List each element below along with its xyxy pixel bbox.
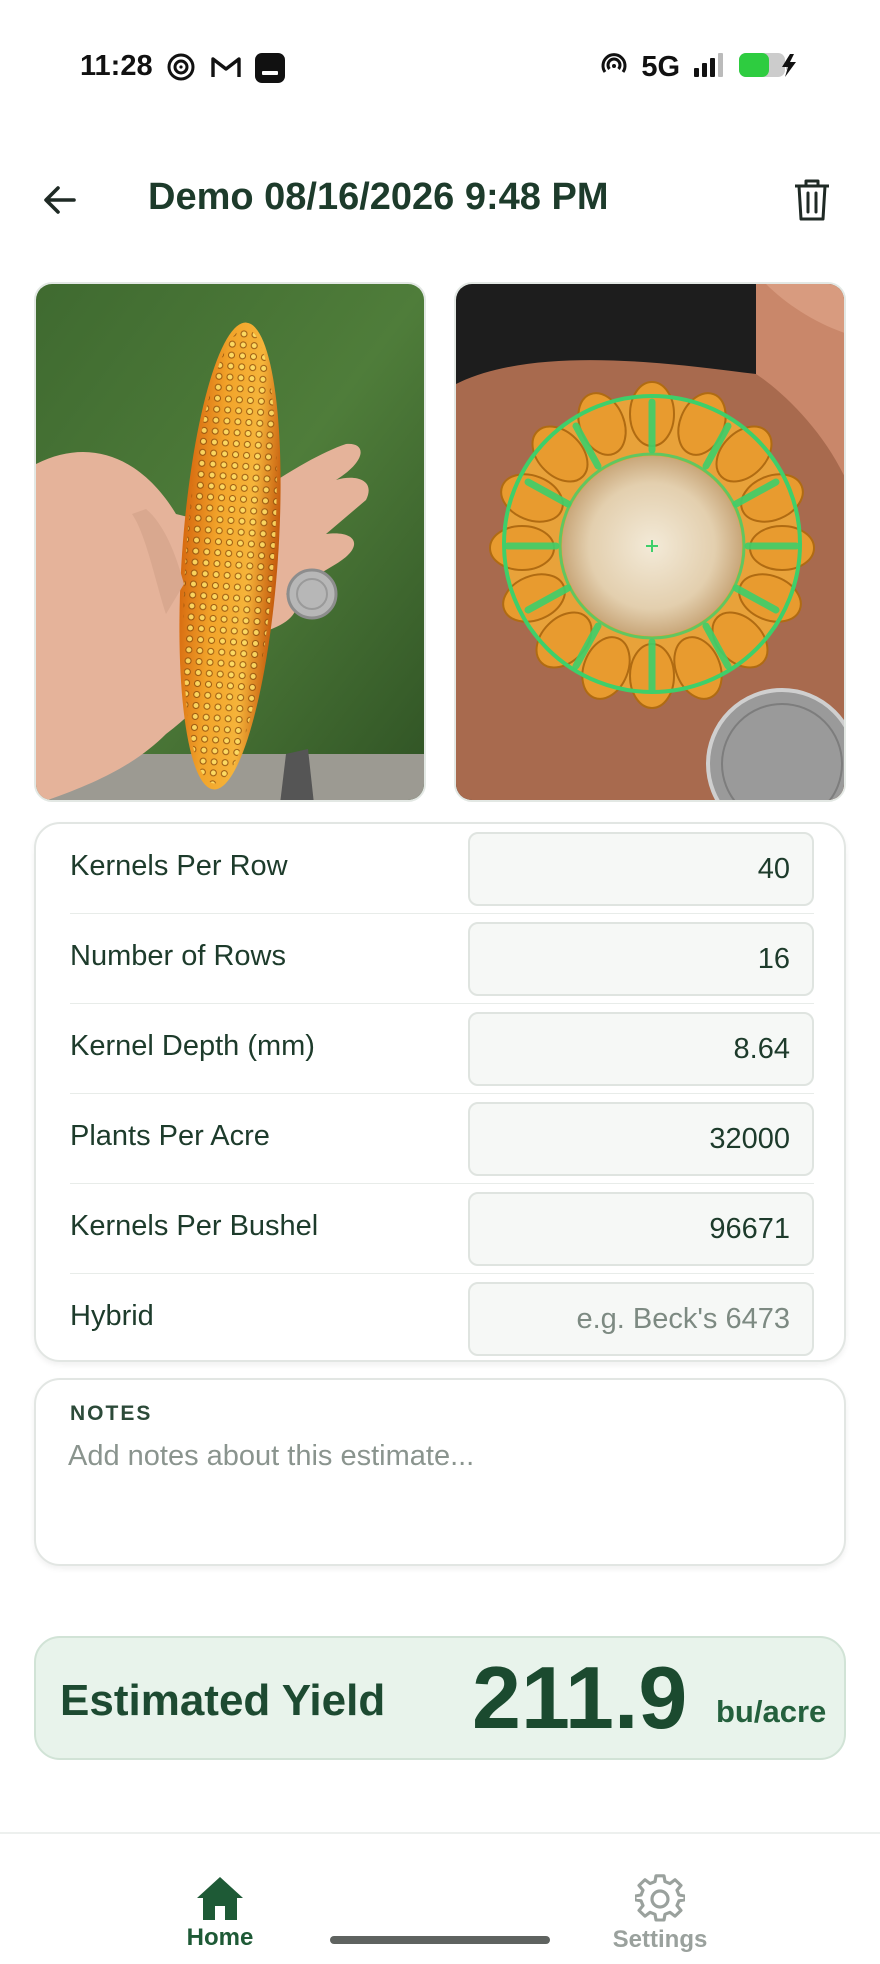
- status-indicators: 5G: [599, 50, 800, 85]
- nav-home-label: Home: [186, 1924, 254, 1951]
- number-of-rows-input[interactable]: [468, 922, 814, 996]
- field-label: Kernels Per Row: [70, 850, 288, 882]
- back-button[interactable]: [34, 174, 86, 226]
- status-bar: 11:28 5G: [0, 0, 880, 140]
- trash-icon: [795, 179, 829, 221]
- network-label: 5G: [641, 51, 680, 83]
- nav-settings[interactable]: Settings: [590, 1874, 730, 1954]
- kernels-per-row-input[interactable]: [468, 832, 814, 906]
- field-row-kernel-depth: Kernel Depth (mm): [70, 1004, 814, 1094]
- plants-per-acre-input[interactable]: [468, 1102, 814, 1176]
- estimate-fields-card: Kernels Per Row Number of Rows Kernel De…: [34, 822, 846, 1362]
- hotspot-icon: [599, 50, 629, 85]
- home-indicator[interactable]: [330, 1936, 550, 1944]
- notes-card: NOTES: [34, 1378, 846, 1566]
- ear-of-corn-photo[interactable]: [34, 282, 426, 802]
- field-row-kernels-per-bushel: Kernels Per Bushel: [70, 1184, 814, 1274]
- field-row-kernels-per-row: Kernels Per Row: [70, 824, 814, 914]
- field-row-number-of-rows: Number of Rows: [70, 914, 814, 1004]
- field-label: Plants Per Acre: [70, 1120, 270, 1152]
- nav-home[interactable]: Home: [150, 1874, 290, 1952]
- notes-label: NOTES: [70, 1402, 153, 1425]
- kernels-per-bushel-input[interactable]: [468, 1192, 814, 1266]
- battery-charging-icon: [738, 51, 800, 84]
- field-row-hybrid: Hybrid: [70, 1274, 814, 1364]
- home-icon: [197, 1877, 243, 1920]
- page-title: Demo 08/16/2026 9:48 PM: [148, 176, 609, 218]
- notes-input[interactable]: [68, 1440, 808, 1540]
- status-time: 11:28: [80, 50, 153, 82]
- bottom-nav: Home Settings: [0, 1832, 880, 1964]
- arrow-left-icon: [44, 186, 76, 214]
- delete-button[interactable]: [784, 172, 840, 228]
- estimated-yield-card: Estimated Yield 211.9 bu/acre: [34, 1636, 846, 1760]
- gmail-icon: [210, 52, 241, 82]
- field-label: Number of Rows: [70, 940, 286, 972]
- corn-cross-section-photo[interactable]: [454, 282, 846, 802]
- field-label: Kernels Per Bushel: [70, 1210, 319, 1242]
- field-label: Kernel Depth (mm): [70, 1030, 315, 1062]
- field-label: Hybrid: [70, 1300, 154, 1332]
- app-icon: [254, 52, 285, 83]
- field-row-plants-per-acre: Plants Per Acre: [70, 1094, 814, 1184]
- hybrid-input[interactable]: [468, 1282, 814, 1356]
- yield-unit: bu/acre: [716, 1694, 827, 1729]
- kernel-depth-input[interactable]: [468, 1012, 814, 1086]
- yield-label: Estimated Yield: [60, 1676, 386, 1725]
- header: Demo 08/16/2026 9:48 PM: [0, 160, 880, 240]
- nav-settings-label: Settings: [612, 1926, 708, 1953]
- gear-icon: [635, 1874, 685, 1922]
- target-icon: [166, 52, 196, 82]
- yield-value: 211.9: [472, 1648, 688, 1747]
- signal-icon: [692, 52, 726, 83]
